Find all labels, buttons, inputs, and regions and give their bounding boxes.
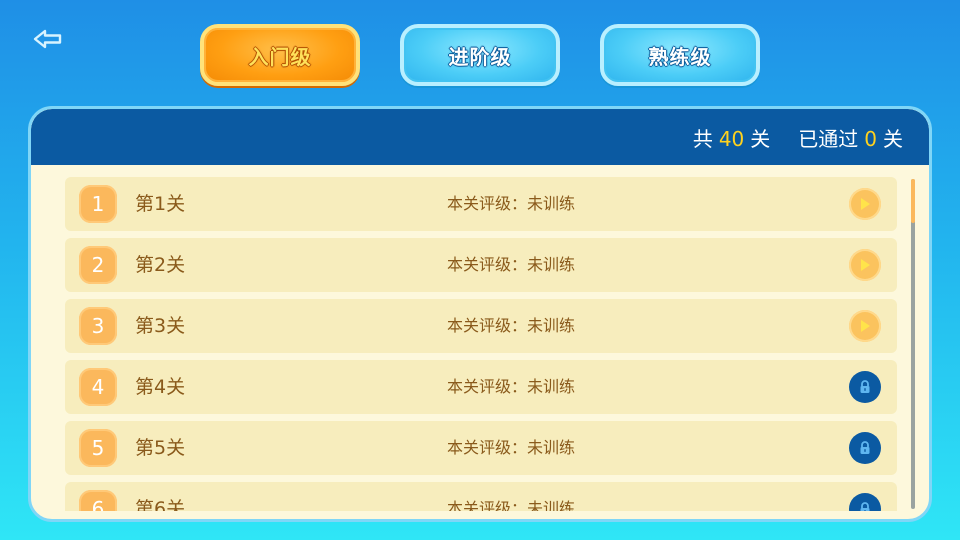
- total-count: 40: [718, 126, 745, 151]
- difficulty-tabs: 入门级 进阶级 熟练级: [0, 24, 960, 88]
- level-list[interactable]: 1 第1关 本关评级：未训练 2 第2关 本关评级：未训练 3 第3关 本关评级…: [65, 177, 897, 511]
- level-title: 第3关: [135, 315, 186, 337]
- level-rating: 本关评级：未训练: [447, 377, 576, 396]
- passed-suffix: 关: [883, 126, 903, 151]
- passed-prefix: 已通过: [798, 126, 859, 151]
- level-row-6[interactable]: 6 第6关 本关评级：未训练: [65, 482, 897, 511]
- level-rating: 本关评级：未训练: [447, 316, 576, 335]
- level-number-badge: 5: [79, 429, 117, 467]
- level-rating: 本关评级：未训练: [447, 499, 576, 511]
- scrollbar-thumb[interactable]: [911, 179, 915, 223]
- play-icon[interactable]: [849, 310, 881, 342]
- tab-beginner-label: 入门级: [248, 44, 312, 69]
- level-row-5[interactable]: 5 第5关 本关评级：未训练: [65, 421, 897, 475]
- level-rating: 本关评级：未训练: [447, 438, 576, 457]
- level-title: 第1关: [135, 193, 186, 215]
- tab-intermediate[interactable]: 进阶级: [400, 24, 560, 86]
- total-levels: 共 40 关: [693, 123, 770, 152]
- tab-intermediate-label: 进阶级: [448, 44, 512, 69]
- level-number-badge: 4: [79, 368, 117, 406]
- level-panel: 共 40 关 已通过 0 关 1 第1关 本关评级：未训练 2 第2关 本关评级：未训练…: [28, 106, 932, 522]
- panel-header: 共 40 关 已通过 0 关: [31, 109, 929, 165]
- total-suffix: 关: [750, 126, 771, 151]
- play-icon[interactable]: [849, 249, 881, 281]
- level-title: 第2关: [135, 254, 186, 276]
- level-number-badge: 3: [79, 307, 117, 345]
- tab-proficient[interactable]: 熟练级: [600, 24, 760, 86]
- level-number-badge: 6: [79, 490, 117, 511]
- total-prefix: 共: [692, 126, 713, 151]
- lock-icon: [849, 432, 881, 464]
- level-row-2[interactable]: 2 第2关 本关评级：未训练: [65, 238, 897, 292]
- level-row-3[interactable]: 3 第3关 本关评级：未训练: [65, 299, 897, 353]
- level-number-badge: 1: [79, 185, 117, 223]
- level-title: 第6关: [135, 498, 186, 511]
- level-title: 第4关: [135, 376, 186, 398]
- passed-levels: 已通过 0 关: [798, 123, 903, 152]
- lock-icon: [849, 371, 881, 403]
- tab-proficient-label: 熟练级: [648, 44, 712, 69]
- level-list-scrollbar[interactable]: [911, 179, 915, 509]
- level-number-badge: 2: [79, 246, 117, 284]
- tab-beginner[interactable]: 入门级: [200, 24, 360, 86]
- level-rating: 本关评级：未训练: [447, 255, 576, 274]
- level-row-4[interactable]: 4 第4关 本关评级：未训练: [65, 360, 897, 414]
- level-title: 第5关: [135, 437, 186, 459]
- lock-icon: [849, 493, 881, 511]
- passed-count: 0: [864, 126, 877, 151]
- level-row-1[interactable]: 1 第1关 本关评级：未训练: [65, 177, 897, 231]
- play-icon[interactable]: [849, 188, 881, 220]
- progress-stats: 共 40 关 已通过 0 关: [693, 109, 903, 165]
- level-rating: 本关评级：未训练: [447, 194, 576, 213]
